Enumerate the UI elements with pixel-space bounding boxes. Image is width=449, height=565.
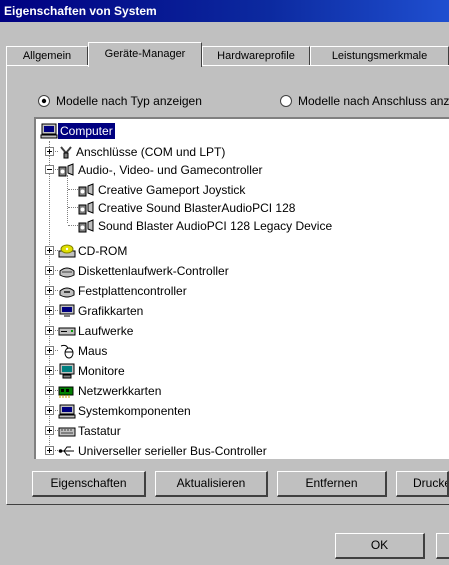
network-adapter-icon xyxy=(58,386,74,398)
audio-icon xyxy=(58,163,74,177)
expand-plus-icon[interactable] xyxy=(45,406,54,415)
radio-by-type[interactable]: Modelle nach Typ anzeigen xyxy=(38,93,202,108)
tree-label: Monitore xyxy=(78,363,125,378)
print-button[interactable]: Drucken xyxy=(396,471,449,497)
tree-label: CD-ROM xyxy=(78,243,128,258)
cancel-button[interactable] xyxy=(436,533,449,559)
tree-label: Universeller serieller Bus-Controller xyxy=(78,443,267,458)
tree-node-soundblaster-legacy[interactable]: Sound Blaster AudioPCI 128 Legacy Device xyxy=(78,217,334,233)
expand-plus-icon[interactable] xyxy=(45,386,54,395)
expand-plus-icon[interactable] xyxy=(45,446,54,455)
tree-node-display-adapters[interactable]: Grafikkarten xyxy=(58,302,145,318)
tree-label: Grafikkarten xyxy=(78,303,144,318)
tree-node-keyboard[interactable]: Tastatur xyxy=(58,422,123,438)
ok-button[interactable]: OK xyxy=(335,533,425,559)
keyboard-icon xyxy=(58,427,76,437)
audio-icon xyxy=(78,201,94,215)
expand-plus-icon[interactable] xyxy=(45,147,54,156)
tree-node-monitors[interactable]: Monitore xyxy=(58,362,127,379)
display-adapter-icon xyxy=(59,304,75,317)
tree-label: Diskettenlaufwerk-Controller xyxy=(78,263,229,278)
tree-node-computer[interactable]: Computer xyxy=(40,122,115,139)
tree-label: Netzwerkkarten xyxy=(78,383,162,398)
drive-icon xyxy=(58,327,76,336)
device-tree[interactable]: Computer Anschlüsse (COM und LPT) Audio-… xyxy=(34,117,449,459)
tree-node-network-adapters[interactable]: Netzwerkkarten xyxy=(58,382,163,398)
expand-plus-icon[interactable] xyxy=(45,286,54,295)
tree-node-floppy-controller[interactable]: Diskettenlaufwerk-Controller xyxy=(58,262,231,278)
expand-plus-icon[interactable] xyxy=(45,426,54,435)
mouse-icon xyxy=(60,344,74,359)
tree-label: Creative Sound BlasterAudioPCI 128 xyxy=(98,200,296,215)
tree-node-soundblaster-audiopci[interactable]: Creative Sound BlasterAudioPCI 128 xyxy=(78,199,297,215)
tree-label: Tastatur xyxy=(78,423,121,438)
expand-plus-icon[interactable] xyxy=(45,306,54,315)
floppy-controller-icon xyxy=(59,267,75,278)
expand-plus-icon[interactable] xyxy=(45,346,54,355)
monitor-icon xyxy=(59,363,75,379)
tree-node-harddisk-controller[interactable]: Festplattencontroller xyxy=(58,282,189,298)
computer-icon xyxy=(40,123,58,139)
tree-label: Sound Blaster AudioPCI 128 Legacy Device xyxy=(98,218,333,233)
radio-by-connection[interactable]: Modelle nach Anschluss anze xyxy=(280,93,449,108)
radio-unselected-icon xyxy=(280,94,292,107)
tree-node-system-devices[interactable]: Systemkomponenten xyxy=(58,402,193,419)
remove-button[interactable]: Entfernen xyxy=(277,471,387,497)
tree-node-gameport-joystick[interactable]: Creative Gameport Joystick xyxy=(78,181,247,197)
cdrom-icon xyxy=(58,244,76,258)
expand-plus-icon[interactable] xyxy=(45,246,54,255)
expand-plus-icon[interactable] xyxy=(45,366,54,375)
tree-node-usb-controllers[interactable]: Universeller serieller Bus-Controller xyxy=(58,442,269,458)
tree-label: Laufwerke xyxy=(78,323,134,338)
tree-node-mouse[interactable]: Maus xyxy=(58,342,109,359)
radio-selected-icon xyxy=(38,94,50,107)
tree-label: Creative Gameport Joystick xyxy=(98,182,246,197)
harddisk-controller-icon xyxy=(59,287,75,298)
tree-label: Audio-, Video- und Gamecontroller xyxy=(78,162,263,177)
tab-hardware-profiles[interactable]: Hardwareprofile xyxy=(202,46,310,66)
tab-strip: Allgemein Geräte-Manager Hardwareprofile… xyxy=(6,42,449,67)
expand-plus-icon[interactable] xyxy=(45,326,54,335)
tab-general[interactable]: Allgemein xyxy=(6,46,88,66)
port-icon xyxy=(60,146,72,159)
tree-label: Maus xyxy=(78,343,108,358)
tree-node-drives[interactable]: Laufwerke xyxy=(58,322,135,338)
refresh-button[interactable]: Aktualisieren xyxy=(155,471,268,497)
view-options: Modelle nach Typ anzeigen Modelle nach A… xyxy=(38,93,449,111)
tree-label: Anschlüsse (COM und LPT) xyxy=(76,144,226,159)
audio-icon xyxy=(78,219,94,233)
expand-plus-icon[interactable] xyxy=(45,266,54,275)
tab-performance[interactable]: Leistungsmerkmale xyxy=(310,46,449,66)
tree-label: Computer xyxy=(58,122,115,139)
system-devices-icon xyxy=(58,404,76,419)
window-title: Eigenschaften von System xyxy=(0,0,449,22)
radio-by-type-label: Modelle nach Typ anzeigen xyxy=(56,93,202,108)
tree-node-audio[interactable]: Audio-, Video- und Gamecontroller xyxy=(58,161,265,177)
properties-button[interactable]: Eigenschaften xyxy=(32,471,146,497)
tree-label: Festplattencontroller xyxy=(78,283,187,298)
audio-icon xyxy=(78,183,94,197)
tree-node-cdrom[interactable]: CD-ROM xyxy=(58,242,129,258)
collapse-minus-icon[interactable] xyxy=(45,165,54,174)
usb-controller-icon xyxy=(58,446,74,456)
tree-label: Systemkomponenten xyxy=(78,403,191,418)
radio-by-connection-label: Modelle nach Anschluss anze xyxy=(298,93,449,108)
tree-node-ports[interactable]: Anschlüsse (COM und LPT) xyxy=(58,143,227,159)
tab-device-manager[interactable]: Geräte-Manager xyxy=(88,42,202,67)
